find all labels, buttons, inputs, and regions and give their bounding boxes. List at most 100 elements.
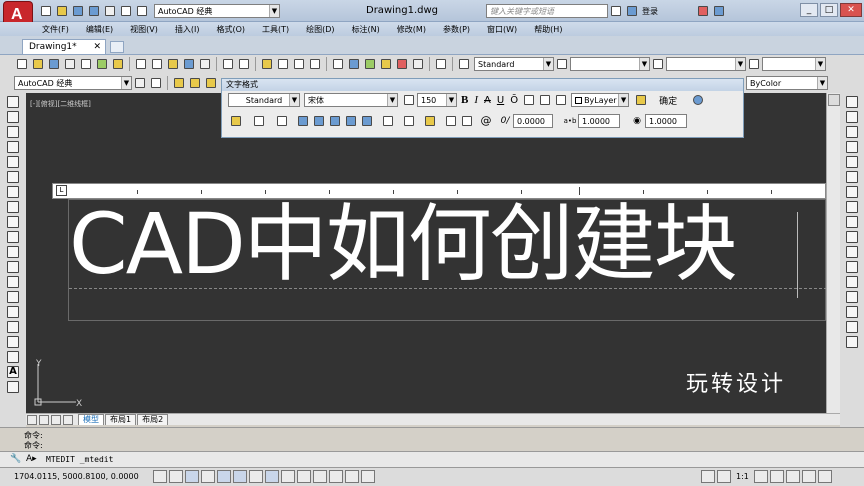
bold-button[interactable]: B bbox=[461, 94, 468, 106]
paste-icon[interactable] bbox=[166, 57, 180, 71]
redo-icon[interactable] bbox=[237, 57, 251, 71]
line-spacing-icon[interactable] bbox=[381, 114, 395, 128]
snap-mode-icon[interactable] bbox=[169, 470, 183, 483]
transparency-icon[interactable] bbox=[329, 470, 343, 483]
trim-icon[interactable] bbox=[846, 231, 858, 243]
revision-cloud-icon[interactable] bbox=[7, 201, 19, 213]
text-height-input[interactable]: 150 ▼ bbox=[417, 93, 457, 107]
tracking-input[interactable]: 1.0000 bbox=[578, 114, 620, 128]
uppercase-icon[interactable] bbox=[444, 114, 458, 128]
extend-icon[interactable] bbox=[846, 246, 858, 258]
menu-dimension[interactable]: 标注(N) bbox=[352, 24, 380, 35]
next-tab-icon[interactable] bbox=[51, 414, 61, 425]
align-left-icon[interactable] bbox=[296, 114, 310, 128]
preview-icon[interactable] bbox=[79, 57, 93, 71]
user-icon[interactable] bbox=[625, 4, 639, 18]
save-icon[interactable] bbox=[47, 57, 61, 71]
settings-icon[interactable] bbox=[133, 76, 147, 90]
rectangle-icon[interactable] bbox=[7, 156, 19, 168]
zoom-previous-icon[interactable] bbox=[308, 57, 322, 71]
isolate-objects-icon[interactable] bbox=[801, 470, 816, 483]
new-file-icon[interactable] bbox=[39, 4, 53, 18]
mirror-icon[interactable] bbox=[846, 126, 858, 138]
undo-icon[interactable] bbox=[119, 4, 133, 18]
sheet-set-icon[interactable] bbox=[379, 57, 393, 71]
rotate-icon[interactable] bbox=[846, 186, 858, 198]
dim-style-select[interactable]: ▼ bbox=[570, 57, 650, 71]
first-tab-icon[interactable] bbox=[27, 414, 37, 425]
ellipse-icon[interactable] bbox=[7, 231, 19, 243]
command-input[interactable]: MTEDIT _mtedit bbox=[46, 455, 113, 464]
infer-constraints-icon[interactable] bbox=[153, 470, 167, 483]
mtext-editor[interactable]: CAD中如何创建块 bbox=[68, 199, 827, 321]
redo-icon[interactable] bbox=[135, 4, 149, 18]
menu-edit[interactable]: 编辑(E) bbox=[86, 24, 113, 35]
menu-view[interactable]: 视图(V) bbox=[130, 24, 158, 35]
arc-icon[interactable] bbox=[7, 171, 19, 183]
plot-icon[interactable] bbox=[103, 4, 117, 18]
zoom-window-icon[interactable] bbox=[292, 57, 306, 71]
close-button[interactable]: ✕ bbox=[840, 3, 862, 17]
explode-icon[interactable] bbox=[846, 336, 858, 348]
move-icon[interactable] bbox=[846, 171, 858, 183]
open-file-icon[interactable] bbox=[55, 4, 69, 18]
tracking-icon[interactable]: a•b bbox=[563, 114, 577, 128]
dynamic-ucs-icon[interactable] bbox=[281, 470, 295, 483]
lowercase-icon[interactable] bbox=[460, 114, 474, 128]
polar-tracking-icon[interactable] bbox=[217, 470, 231, 483]
symbol-icon[interactable]: @ bbox=[479, 114, 493, 128]
options-icon[interactable] bbox=[691, 93, 705, 107]
layer-properties-icon[interactable] bbox=[172, 76, 186, 90]
insert-block-icon[interactable] bbox=[7, 261, 19, 273]
annotative-icon[interactable] bbox=[402, 93, 416, 107]
undo-icon[interactable] bbox=[522, 93, 536, 107]
overline-button[interactable]: Ō bbox=[510, 95, 518, 106]
italic-button[interactable]: I bbox=[474, 94, 478, 106]
help-icon[interactable] bbox=[712, 4, 726, 18]
selection-cycling-icon[interactable] bbox=[361, 470, 375, 483]
quick-properties-icon[interactable] bbox=[345, 470, 359, 483]
spline-icon[interactable] bbox=[7, 216, 19, 228]
gradient-icon[interactable] bbox=[7, 321, 19, 333]
object-snap-icon[interactable] bbox=[233, 470, 247, 483]
dynamic-input-icon[interactable] bbox=[297, 470, 311, 483]
chamfer-icon[interactable] bbox=[846, 306, 858, 318]
justify-icon[interactable] bbox=[344, 114, 358, 128]
table-style-select[interactable]: ▼ bbox=[666, 57, 746, 71]
publish-icon[interactable] bbox=[95, 57, 109, 71]
open-icon[interactable] bbox=[31, 57, 45, 71]
3d-object-snap-icon[interactable] bbox=[249, 470, 263, 483]
object-snap-tracking-icon[interactable] bbox=[265, 470, 279, 483]
width-factor-input[interactable]: 1.0000 bbox=[645, 114, 687, 128]
table-icon[interactable] bbox=[7, 351, 19, 363]
plot-style-select[interactable]: ByColor ▼ bbox=[746, 76, 828, 90]
mtext-content[interactable]: CAD中如何创建块 bbox=[69, 200, 738, 288]
ortho-mode-icon[interactable] bbox=[201, 470, 215, 483]
new-tab-button[interactable] bbox=[110, 41, 124, 53]
ok-button[interactable]: 确定 bbox=[659, 94, 677, 107]
redo-icon[interactable] bbox=[538, 93, 552, 107]
mtext-justify-icon[interactable] bbox=[252, 114, 266, 128]
polyline-icon[interactable] bbox=[7, 126, 19, 138]
calculator-icon[interactable] bbox=[411, 57, 425, 71]
mleader-style-icon[interactable] bbox=[747, 57, 761, 71]
oblique-angle-input[interactable]: 0.0000 bbox=[513, 114, 553, 128]
dim-style-icon[interactable] bbox=[555, 57, 569, 71]
lineweight-icon[interactable] bbox=[313, 470, 327, 483]
text-style-icon[interactable] bbox=[457, 57, 471, 71]
prev-tab-icon[interactable] bbox=[39, 414, 49, 425]
quick-view-layouts-icon[interactable] bbox=[717, 470, 731, 483]
circle-icon[interactable] bbox=[7, 186, 19, 198]
design-center-icon[interactable] bbox=[347, 57, 361, 71]
stack-icon[interactable] bbox=[554, 93, 568, 107]
minimize-button[interactable]: _ bbox=[800, 3, 818, 17]
erase-icon[interactable] bbox=[846, 96, 858, 108]
login-link[interactable]: 登录 bbox=[642, 6, 658, 17]
document-tab[interactable]: Drawing1* ✕ bbox=[22, 39, 106, 54]
add-selected-icon[interactable] bbox=[7, 381, 19, 393]
mleader-style-select[interactable]: ▼ bbox=[762, 57, 826, 71]
point-icon[interactable] bbox=[7, 291, 19, 303]
underline-button[interactable]: U bbox=[497, 95, 504, 106]
wrench-icon[interactable]: 🔧 bbox=[10, 454, 21, 464]
workspace-switching-icon[interactable] bbox=[769, 470, 784, 483]
